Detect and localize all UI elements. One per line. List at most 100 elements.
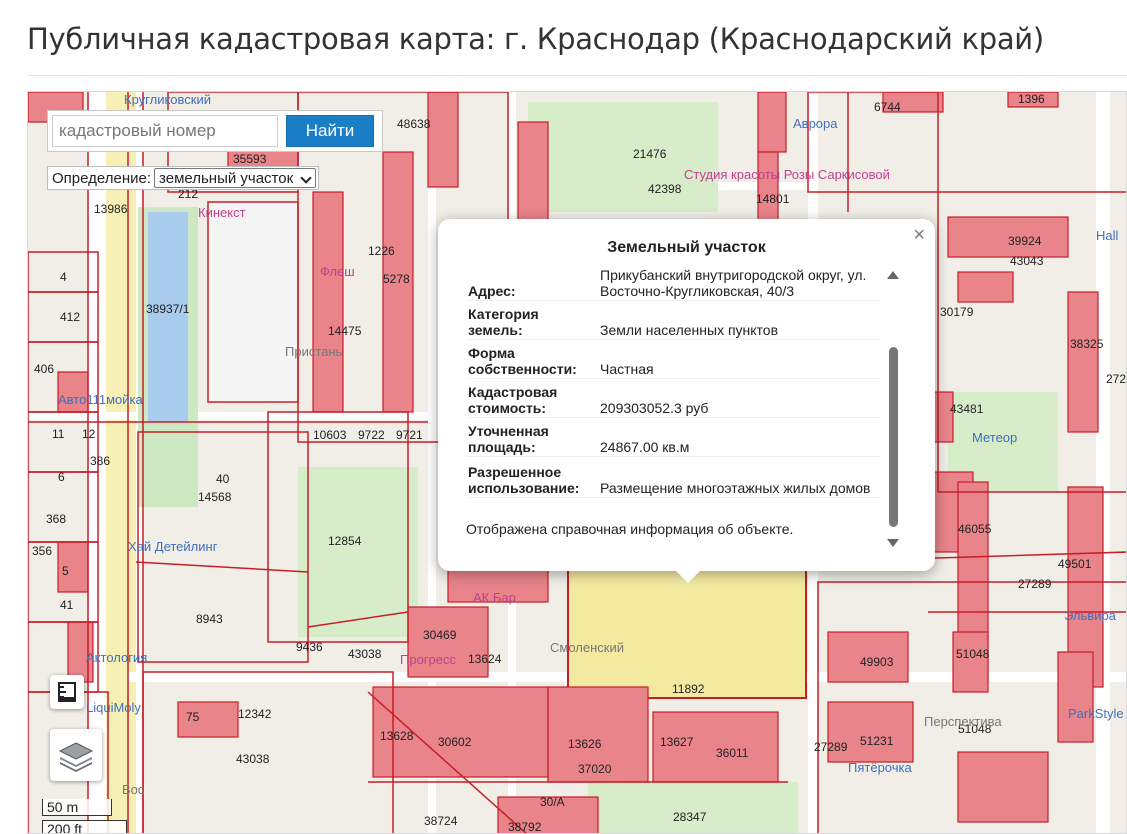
poi-label[interactable]: Пятёрочка [848,760,912,775]
scale-bar-imperial: 200 ft [42,820,127,833]
parcel-label: 12342 [238,707,272,721]
parcel-label: 406 [34,362,55,376]
definition-select[interactable]: земельный участок [154,168,317,188]
definition-selected: земельный участок [159,169,294,187]
poi-label[interactable]: Актология [86,650,147,665]
poi-label[interactable]: Аврора [793,116,838,131]
parcel-label: 1226 [368,244,395,258]
popup-title: Земельный участок [607,239,766,256]
poi-label[interactable]: Пристань [285,344,342,359]
poi-label[interactable]: Прогресс [400,652,456,667]
table-row: Разрешенное использование: Размещение мн… [466,456,880,498]
layers-button[interactable] [50,729,102,781]
parcel-label: 38937/1 [146,302,190,316]
table-row: Адрес: Прикубанский внутригородской окру… [466,265,880,301]
parcel-label: 5278 [383,272,410,286]
poi-label[interactable]: Смоленский [550,640,624,655]
parcel-label: 27289 [814,740,848,754]
table-row: Форма собственности: Частная [466,339,880,379]
poi-label[interactable]: Кругликовский [124,92,211,107]
parcel-label: 13628 [380,729,414,743]
attr-value: 209303052.3 руб [596,378,880,418]
poi-label[interactable]: Метеор [972,430,1017,445]
parcel-label: 37020 [578,762,612,776]
attr-key: Кадастровая стоимость: [466,378,596,418]
parcel-label: 28347 [673,810,707,824]
parcel-label: 1396 [1018,92,1045,106]
poi-label[interactable]: АК Бар [473,590,516,605]
parcel-label: 36011 [716,746,749,760]
parcel-label: 75 [186,710,200,724]
parcel-label: 43481 [950,402,984,416]
parcel-label: 6 [58,470,65,484]
table-row: Кадастровая стоимость: 209303052.3 руб [466,378,880,418]
poi-label[interactable]: ParkStyle [1068,706,1124,721]
parcel-label: 30179 [940,305,974,319]
table-row: Категория земель: Земли населенных пункт… [466,300,880,340]
ruler-icon [58,682,76,702]
search-button[interactable]: Найти [286,115,374,147]
parcel-label: 9722 [358,428,385,442]
parcel-label: 38724 [424,814,458,828]
popup-body[interactable]: Адрес: Прикубанский внутригородской окру… [466,265,882,553]
poi-label[interactable]: Эльвира [1064,608,1116,623]
attr-value: 24867.00 кв.м [596,417,880,457]
parcel-label: 13627 [660,735,694,749]
attr-value: Частная [596,339,880,379]
attr-key: Форма собственности: [466,339,596,379]
popup-note: Отображена справочная информация об объе… [466,521,794,537]
parcel-label: 49903 [860,655,894,669]
parcel-label: 386 [90,454,111,468]
cadastral-number-input[interactable] [52,115,278,147]
street-label: Вос [122,782,145,797]
scroll-thumb[interactable] [889,347,898,527]
cadastral-map[interactable]: 48638 35593 21476 6744 1396 42398 14801 … [27,91,1127,834]
attr-key: Разрешенное использование: [466,456,596,498]
parcel-label: 27285 [1106,372,1127,386]
scroll-up-icon[interactable] [887,271,899,279]
attr-value: Размещение многоэтажных жилых домов [596,456,880,498]
poi-label[interactable]: Авто111мойка [58,392,143,407]
parcel-label: 12 [82,427,96,441]
parcel-label: 13626 [568,737,602,751]
poi-label[interactable]: Хай Детейлинг [128,539,217,554]
poi-label[interactable]: Студия красоты Розы Саркисовой [684,167,890,182]
chevron-down-icon [300,172,312,184]
parcel-label: 30602 [438,735,472,749]
scroll-down-icon[interactable] [887,539,899,547]
poi-label[interactable]: Перспектива [924,714,1002,729]
page-title: Публичная кадастровая карта: г. Краснода… [27,22,1044,56]
popup-scrollbar[interactable] [884,265,902,551]
parcel-label: 43043 [1010,254,1044,268]
attr-key: Категория земель: [466,300,596,340]
parcel-label: 51048 [956,647,990,661]
poi-label[interactable]: Hall [1096,228,1118,243]
parcel-label: 38325 [1070,337,1104,351]
poi-label[interactable]: Флеш [320,264,355,279]
popup-tip [674,569,702,583]
definition-label: Определение: [52,169,152,187]
parcel-label: 43038 [348,647,382,661]
parcel-label: 43038 [236,752,270,766]
parcel-label: 12854 [328,534,362,548]
parcel-label: 27289 [1018,577,1052,591]
parcel-label: 30/A [540,795,565,809]
poi-label[interactable]: Кинекст [198,205,246,220]
poi-label[interactable]: LiquiMoly [86,700,141,715]
parcel-label: 38792 [508,820,542,834]
attr-key: Уточненная площадь: [466,417,596,457]
attr-key: Адрес: [466,265,596,301]
parcel-label: 48638 [397,117,431,131]
parcel-label: 21476 [633,147,667,161]
parcel-label: 356 [32,544,53,558]
parcel-label: 368 [46,512,67,526]
parcel-label: 46055 [958,522,992,536]
parcel-label: 49501 [1058,557,1092,571]
parcel-label: 5 [62,564,69,578]
ruler-button[interactable] [50,675,84,709]
parcel-info-popup: × Земельный участок Адрес: Прикубанский … [438,219,935,583]
parcel-label: 51231 [860,734,894,748]
parcel-label: 10603 [313,428,347,442]
parcel-label: 11 [52,427,65,441]
scale-bar-metric: 50 m [42,799,112,816]
